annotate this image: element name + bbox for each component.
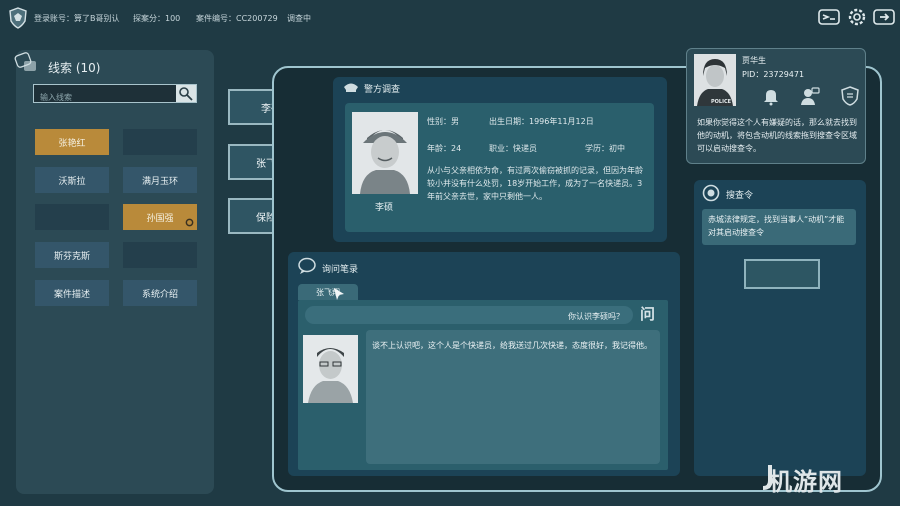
police-badge-text: POLICE [711,99,732,105]
clue-item-6[interactable]: 孙国强 [123,204,197,230]
target-icon [702,184,720,202]
clue-item-7[interactable]: 斯芬克斯 [35,242,109,268]
exit-icon[interactable] [873,7,895,27]
age-field: 年龄：24 [427,144,462,153]
clue-panel [16,50,214,494]
search-warrant-drop-slot[interactable] [744,259,820,289]
education-field: 学历：初中 [585,144,625,153]
job-field: 职业：快递员 [489,144,537,153]
li-shuo-photo [352,112,418,194]
user-message-icon[interactable] [800,86,820,106]
clue-title: 线索 (10) [48,61,101,75]
login-label: 登录账号：算了B哥别认 [34,14,120,23]
clue-search-box [33,84,197,106]
clue-item-3[interactable]: 沃斯拉 [35,167,109,193]
top-bar: 登录账号：算了B哥别认 探案分：100 案件编号：CC200729 调查中 [0,0,900,36]
clue-search-input[interactable] [34,89,174,106]
case-description-button[interactable]: 案件描述 [35,280,109,306]
question-mark-label: 问 [640,305,656,323]
suspect-tip-text: 如果你觉得这个人有嫌疑的话，那么就去找到他的动机，将包含动机的线索拖到搜查令区域… [697,118,857,153]
search-icon [179,87,193,101]
cursor-icon [334,288,344,300]
li-shuo-name: 李硕 [375,203,394,213]
alarm-bell-icon[interactable] [761,86,781,106]
clue-item-4[interactable]: 满月玉环 [123,167,197,193]
system-intro-button[interactable]: 系统介绍 [123,280,197,306]
search-warrant-title: 搜查令 [726,191,754,201]
search-button[interactable] [176,85,196,102]
police-hat-icon [344,83,358,92]
shield-logo-icon [9,7,27,29]
case-status: 调查中 [287,14,311,23]
question-text: 你认识李硕吗？ [568,312,624,321]
suspect-pid: PID：23729471 [742,70,805,79]
police-panel-title: 警方调查 [364,85,401,95]
score-label: 探案分：100 [133,14,181,23]
answer-text: 谈不上认识吧，这个人是个快递员，给我送过几次快递，态度很好，我记得他。 [372,341,652,350]
case-number-label: 案件编号：CC200729 [196,14,278,23]
gender-field: 性别：男 [427,117,459,126]
interrogation-title: 询问笔录 [322,265,359,275]
shield-badge-icon[interactable] [840,86,860,106]
clue-item-2[interactable] [123,129,197,155]
background-description: 从小与父亲相依为命，有过两次偷窃被抓的记录，但因为年龄较小并没有什么处罚，18岁… [427,166,643,201]
interrogation-tab[interactable]: 张飞翔 [298,284,358,300]
clue-item-5[interactable] [35,204,109,230]
id-card-icon[interactable] [818,7,840,27]
suspect-name: 贾华生 [742,56,766,65]
settings-icon[interactable] [846,7,868,27]
search-warrant-note: 赤城法律规定，找到当事人“动机”才能对其启动搜查令 [702,209,856,245]
clue-tag-icon [14,52,36,71]
zhang-feixiang-photo [303,335,358,403]
clue-item-1[interactable]: 张艳红 [35,129,109,155]
settings-badge-icon [185,218,194,227]
clue-item-8[interactable] [123,242,197,268]
speech-bubble-icon [298,257,316,274]
birth-field: 出生日期：1996年11月12日 [489,117,594,126]
watermark-text: 机游网 [768,468,843,496]
